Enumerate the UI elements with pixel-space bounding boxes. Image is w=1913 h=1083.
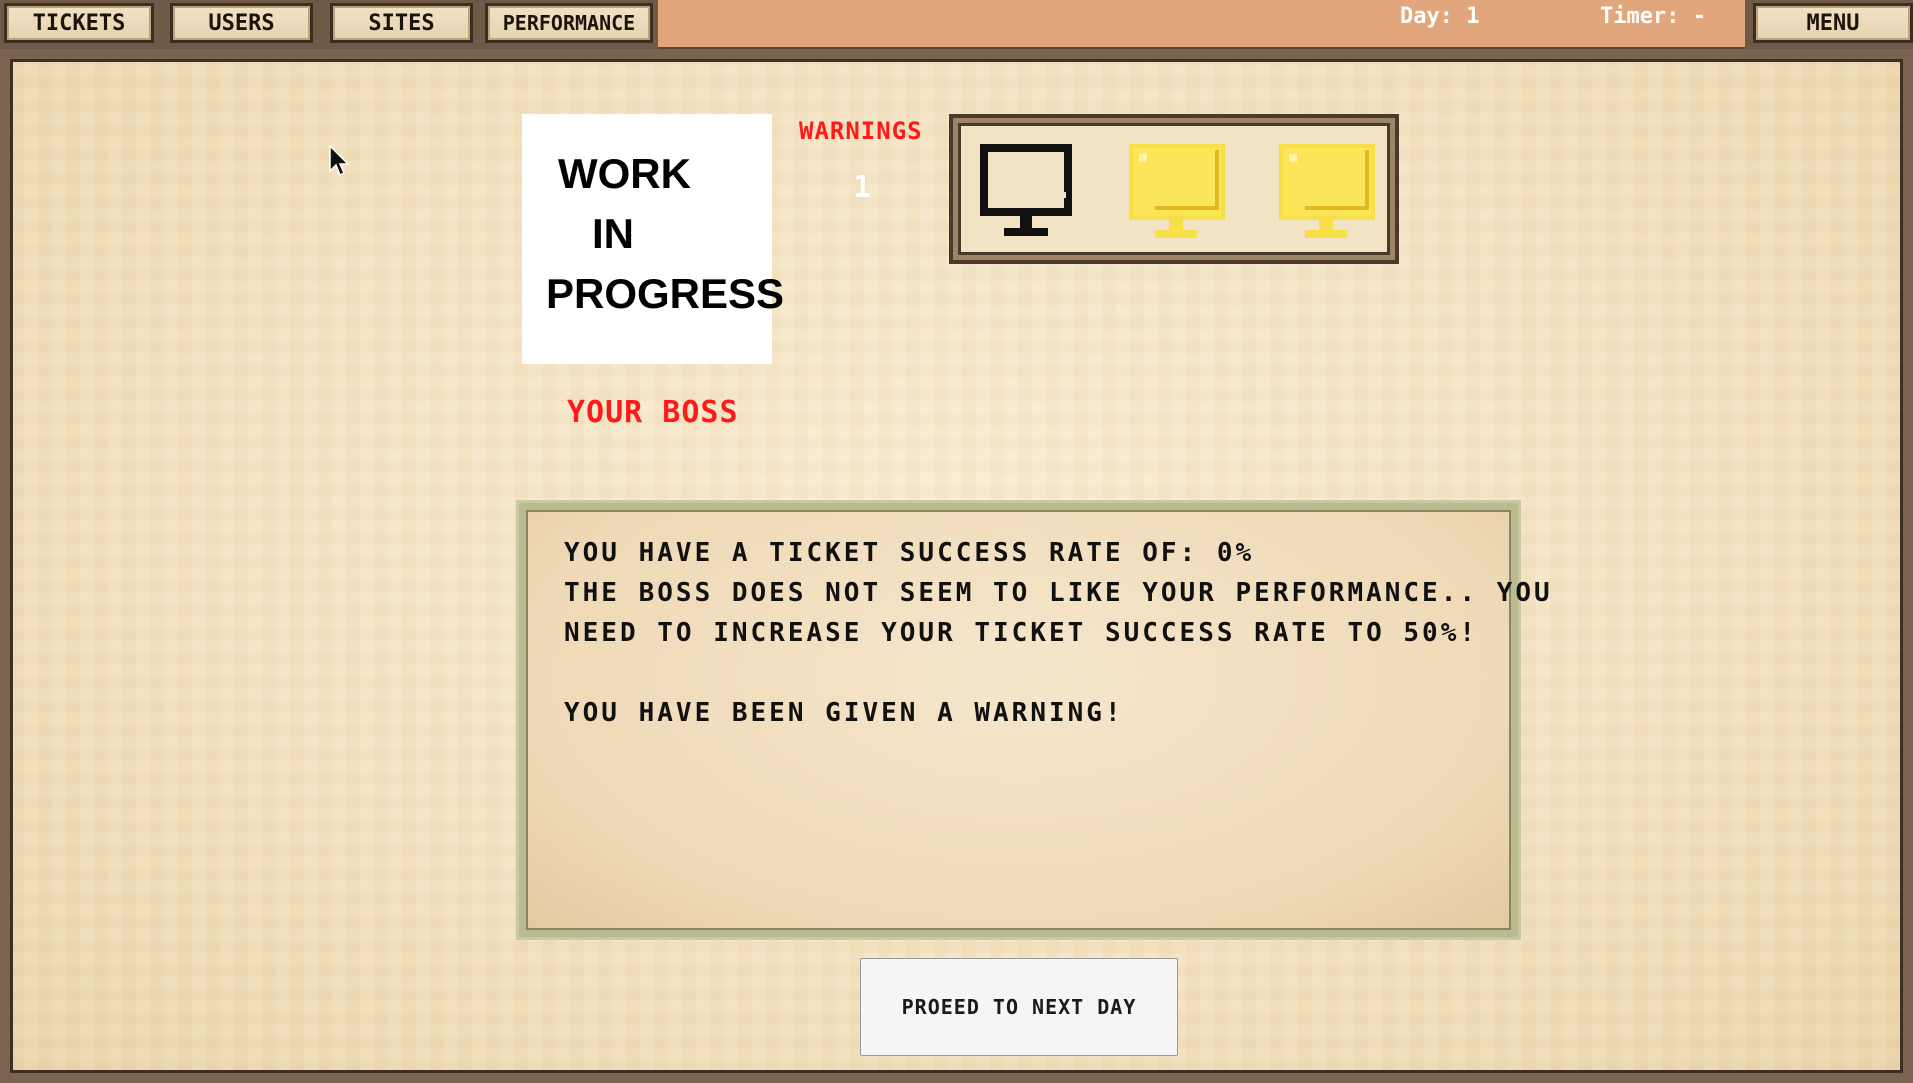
warnings-label: WARNINGS bbox=[799, 117, 923, 145]
menu-button[interactable]: MENU bbox=[1753, 3, 1913, 43]
tab-users[interactable]: USERS bbox=[170, 3, 313, 43]
timer-display: Timer: - bbox=[1600, 4, 1706, 29]
tab-performance[interactable]: PERFORMANCE bbox=[485, 3, 653, 43]
top-bar: TICKETS USERS SITES PERFORMANCE Day: 1 T… bbox=[0, 0, 1913, 50]
warnings-count: 1 bbox=[853, 170, 872, 205]
message-line: THE BOSS DOES NOT SEEM TO LIKE YOUR PERF… bbox=[564, 578, 1553, 608]
message-line: YOU HAVE A TICKET SUCCESS RATE OF: 0% bbox=[564, 538, 1255, 568]
monitor-icon bbox=[1279, 144, 1375, 238]
boss-portrait-text: WORK bbox=[558, 150, 691, 197]
monitor-icon bbox=[980, 144, 1072, 236]
tab-sites[interactable]: SITES bbox=[330, 3, 473, 43]
boss-portrait: WORK IN PROGRESS bbox=[522, 114, 785, 364]
boss-label: YOUR BOSS bbox=[567, 395, 739, 430]
warning-monitors-panel bbox=[949, 114, 1399, 264]
message-line: NEED TO INCREASE YOUR TICKET SUCCESS RAT… bbox=[564, 618, 1479, 648]
boss-portrait-text: PROGRESS bbox=[546, 270, 785, 317]
mouse-pointer-icon bbox=[329, 145, 350, 177]
menu-wrap: MENU bbox=[1745, 0, 1913, 49]
performance-message-box: YOU HAVE A TICKET SUCCESS RATE OF: 0% TH… bbox=[516, 500, 1553, 940]
monitor-icon bbox=[1129, 144, 1225, 238]
boss-portrait-text: IN bbox=[592, 210, 634, 257]
nav-tab-group: TICKETS USERS SITES PERFORMANCE bbox=[0, 0, 658, 49]
proceed-next-day-button[interactable]: PROEED TO NEXT DAY bbox=[860, 958, 1178, 1056]
message-line bbox=[564, 653, 1473, 693]
tab-tickets[interactable]: TICKETS bbox=[4, 3, 154, 43]
message-line: YOU HAVE BEEN GIVEN A WARNING! bbox=[564, 698, 1124, 728]
day-counter: Day: 1 bbox=[1400, 4, 1480, 29]
